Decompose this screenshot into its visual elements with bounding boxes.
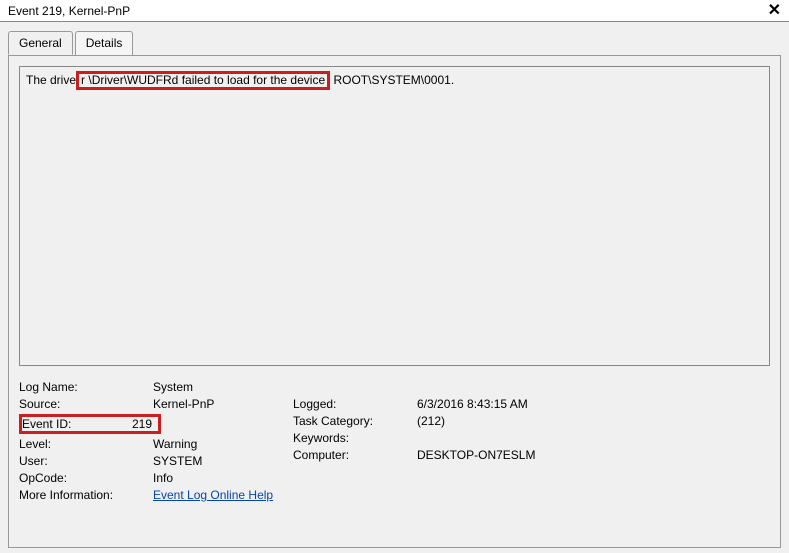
value-user: SYSTEM [153, 454, 283, 468]
link-event-log-help[interactable]: Event Log Online Help [153, 488, 273, 502]
label-task-category: Task Category: [293, 414, 393, 428]
spacer-value [417, 380, 587, 394]
msg-prefix: The drive [26, 73, 76, 87]
close-icon[interactable]: ✕ [764, 3, 785, 19]
label-source: Source: [19, 397, 129, 411]
event-details-grid: Log Name: System Source: Kernel-PnP Even… [19, 380, 770, 502]
label-log-name: Log Name: [19, 380, 129, 394]
msg-suffix: ROOT\SYSTEM\0001. [330, 73, 454, 87]
value-source: Kernel-PnP [153, 397, 283, 411]
label-opcode: OpCode: [19, 471, 129, 485]
label-computer: Computer: [293, 448, 393, 462]
msg-highlight: r \Driver\WUDFRd failed to load for the … [81, 73, 325, 87]
value-task-category: (212) [417, 414, 587, 428]
details-col-right: Logged: 6/3/2016 8:43:15 AM Task Categor… [293, 380, 587, 502]
value-level: Warning [153, 437, 283, 451]
label-user: User: [19, 454, 129, 468]
tab-strip: General Details [8, 31, 781, 56]
event-id-highlight-box: Event ID: 219 [19, 414, 161, 434]
label-keywords: Keywords: [293, 431, 393, 445]
value-opcode: Info [153, 471, 283, 485]
spacer-label [293, 380, 393, 394]
tab-details[interactable]: Details [75, 31, 134, 55]
more-info-row: More Information: Event Log Online Help [19, 488, 283, 502]
value-computer: DESKTOP-ON7ESLM [417, 448, 587, 462]
label-event-id: Event ID: [22, 417, 132, 431]
label-level: Level: [19, 437, 129, 451]
value-log-name: System [153, 380, 283, 394]
value-logged: 6/3/2016 8:43:15 AM [417, 397, 587, 411]
event-id-row: Event ID: 219 [19, 414, 283, 434]
window-title: Event 219, Kernel-PnP [8, 4, 130, 18]
tab-general[interactable]: General [8, 31, 73, 55]
msg-highlight-box: r \Driver\WUDFRd failed to load for the … [76, 71, 330, 90]
titlebar: Event 219, Kernel-PnP ✕ [0, 0, 789, 22]
event-message[interactable]: The drive r \Driver\WUDFRd failed to load… [19, 66, 770, 366]
content-area: General Details The drive r \Driver\WUDFR… [0, 22, 789, 553]
value-event-id: 219 [132, 417, 152, 431]
label-more-info: More Information: [19, 488, 129, 502]
details-col-left: Log Name: System Source: Kernel-PnP Even… [19, 380, 283, 502]
tab-panel-general: The drive r \Driver\WUDFRd failed to load… [8, 55, 781, 548]
label-logged: Logged: [293, 397, 393, 411]
